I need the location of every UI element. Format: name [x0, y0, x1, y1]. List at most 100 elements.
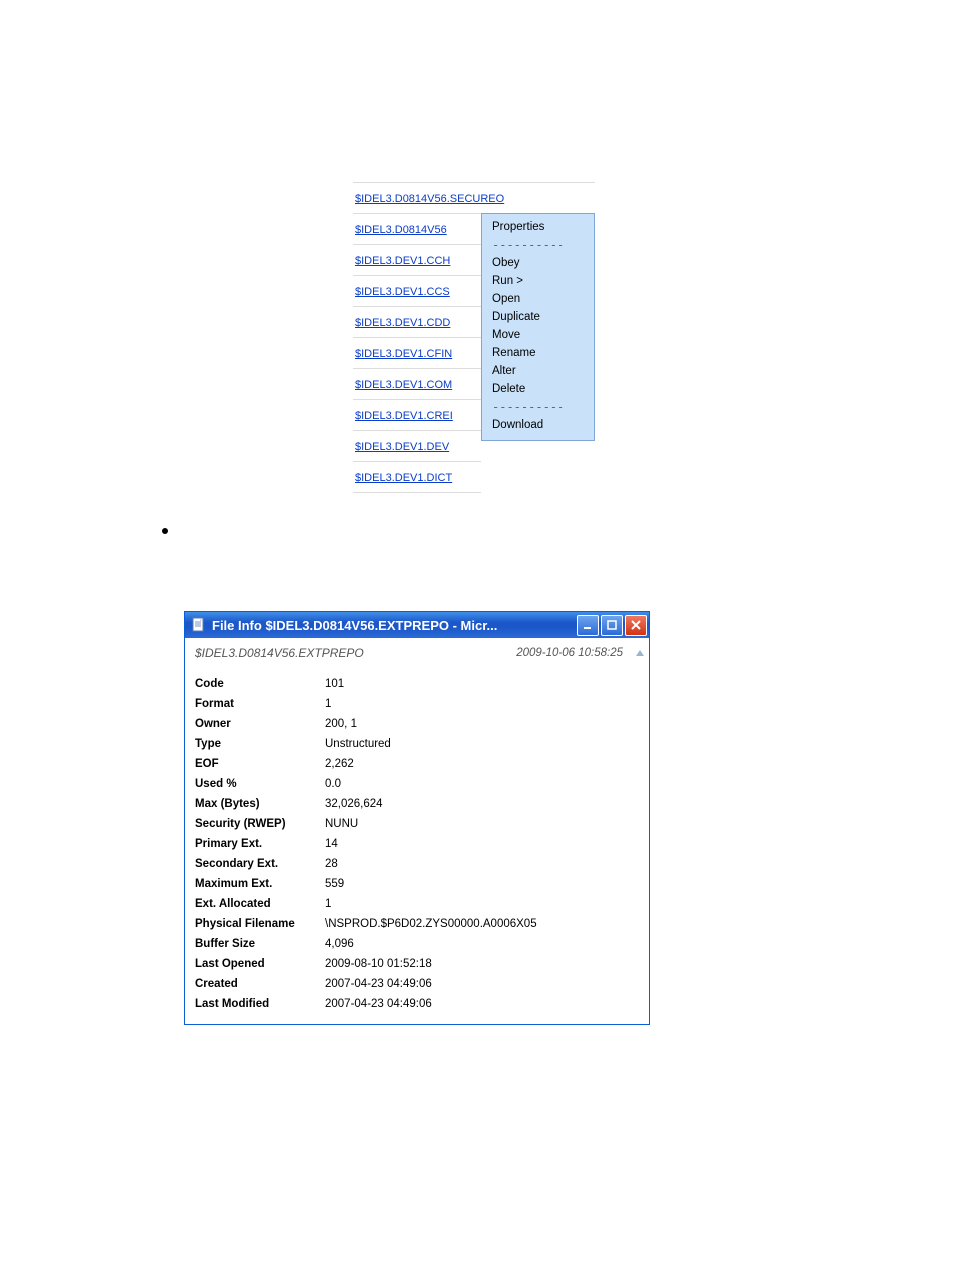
property-row: Primary Ext. 14: [195, 834, 639, 854]
properties-window: File Info $IDEL3.D0814V56.EXTPREPO - Mic…: [184, 611, 650, 1025]
list-item[interactable]: $IDEL3.D0814V56: [353, 214, 481, 245]
window-controls: [577, 615, 647, 636]
context-item-run[interactable]: Run >: [482, 272, 594, 290]
context-item-duplicate[interactable]: Duplicate: [482, 308, 594, 326]
property-value: 28: [325, 854, 639, 874]
properties-filename: $IDEL3.D0814V56.EXTPREPO: [195, 646, 364, 660]
maximize-button[interactable]: [601, 615, 623, 636]
property-value: 32,026,624: [325, 794, 639, 814]
minimize-button[interactable]: [577, 615, 599, 636]
property-value: NUNU: [325, 814, 639, 834]
property-row: Ext. Allocated 1: [195, 894, 639, 914]
property-label: Type: [195, 734, 325, 754]
file-link[interactable]: $IDEL3.DEV1.CCH: [355, 255, 450, 267]
property-row: Owner 200, 1: [195, 714, 639, 734]
property-row: Code 101: [195, 674, 639, 694]
list-item[interactable]: $IDEL3.DEV1.CCH: [353, 245, 481, 276]
context-divider: ----------: [482, 236, 594, 254]
property-value: 14: [325, 834, 639, 854]
context-item-rename[interactable]: Rename: [482, 344, 594, 362]
list-item[interactable]: $IDEL3.DEV1.CREI: [353, 400, 481, 431]
list-item[interactable]: $IDEL3.DEV1.DICT: [353, 462, 481, 493]
file-list: $IDEL3.D0814V56.SECUREO $IDEL3.D0814V56 …: [353, 182, 481, 493]
property-value: 1: [325, 694, 639, 714]
property-row: Format 1: [195, 694, 639, 714]
property-label: Last Opened: [195, 954, 325, 974]
property-label: Created: [195, 974, 325, 994]
property-value: 2007-04-23 04:49:06: [325, 994, 639, 1014]
property-label: Last Modified: [195, 994, 325, 1014]
property-row: Last Opened 2009-08-10 01:52:18: [195, 954, 639, 974]
property-label: Primary Ext.: [195, 834, 325, 854]
property-label: Buffer Size: [195, 934, 325, 954]
property-value: 2,262: [325, 754, 639, 774]
context-item-move[interactable]: Move: [482, 326, 594, 344]
property-label: Code: [195, 674, 325, 694]
context-item-alter[interactable]: Alter: [482, 362, 594, 380]
context-menu: Properties ---------- Obey Run > Open Du…: [481, 213, 595, 441]
property-label: Used %: [195, 774, 325, 794]
property-value: 2007-04-23 04:49:06: [325, 974, 639, 994]
property-value: Unstructured: [325, 734, 639, 754]
property-label: EOF: [195, 754, 325, 774]
file-link[interactable]: $IDEL3.DEV1.COM: [355, 379, 452, 391]
list-item[interactable]: $IDEL3.DEV1.DEV: [353, 431, 481, 462]
property-label: Physical Filename: [195, 914, 325, 934]
property-label: Ext. Allocated: [195, 894, 325, 914]
file-link[interactable]: $IDEL3.DEV1.CFIN: [355, 348, 452, 360]
property-row: Type Unstructured: [195, 734, 639, 754]
property-row: Buffer Size 4,096: [195, 934, 639, 954]
property-label: Format: [195, 694, 325, 714]
context-item-download[interactable]: Download: [482, 416, 594, 434]
file-link[interactable]: $IDEL3.DEV1.CDD: [355, 317, 450, 329]
property-row: EOF 2,262: [195, 754, 639, 774]
property-label: Secondary Ext.: [195, 854, 325, 874]
file-list-panel: $IDEL3.D0814V56.SECUREO $IDEL3.D0814V56 …: [353, 182, 633, 493]
property-row: Max (Bytes) 32,026,624: [195, 794, 639, 814]
property-label: Maximum Ext.: [195, 874, 325, 894]
properties-header: $IDEL3.D0814V56.EXTPREPO 2009-10-06 10:5…: [195, 646, 639, 660]
page-icon: [191, 617, 207, 633]
property-label: Max (Bytes): [195, 794, 325, 814]
property-row: Used % 0.0: [195, 774, 639, 794]
property-value: 1: [325, 894, 639, 914]
list-item[interactable]: $IDEL3.DEV1.COM: [353, 369, 481, 400]
property-row: Secondary Ext. 28: [195, 854, 639, 874]
list-item[interactable]: $IDEL3.DEV1.CCS: [353, 276, 481, 307]
list-item[interactable]: $IDEL3.D0814V56.SECUREO: [353, 182, 595, 214]
scroll-up-icon[interactable]: [633, 646, 647, 660]
file-link[interactable]: $IDEL3.DEV1.DEV: [355, 441, 449, 453]
property-row: Security (RWEP) NUNU: [195, 814, 639, 834]
property-row: Maximum Ext. 559: [195, 874, 639, 894]
context-item-open[interactable]: Open: [482, 290, 594, 308]
bullet-icon: [162, 528, 168, 534]
list-item[interactable]: $IDEL3.DEV1.CDD: [353, 307, 481, 338]
file-link[interactable]: $IDEL3.D0814V56.SECUREO: [355, 193, 504, 205]
property-value: 200, 1: [325, 714, 639, 734]
property-value: 559: [325, 874, 639, 894]
file-link[interactable]: $IDEL3.DEV1.CREI: [355, 410, 453, 422]
property-value: \NSPROD.$P6D02.ZYS00000.A0006X05: [325, 914, 639, 934]
file-link[interactable]: $IDEL3.D0814V56: [355, 224, 447, 236]
properties-timestamp: 2009-10-06 10:58:25: [516, 647, 639, 659]
context-item-obey[interactable]: Obey: [482, 254, 594, 272]
property-row: Created 2007-04-23 04:49:06: [195, 974, 639, 994]
context-item-delete[interactable]: Delete: [482, 380, 594, 398]
context-item-properties[interactable]: Properties: [482, 218, 594, 236]
property-label: Security (RWEP): [195, 814, 325, 834]
property-value: 101: [325, 674, 639, 694]
property-label: Owner: [195, 714, 325, 734]
property-value: 4,096: [325, 934, 639, 954]
property-value: 0.0: [325, 774, 639, 794]
property-row: Last Modified 2007-04-23 04:49:06: [195, 994, 639, 1014]
window-title: File Info $IDEL3.D0814V56.EXTPREPO - Mic…: [212, 618, 573, 633]
file-link[interactable]: $IDEL3.DEV1.CCS: [355, 286, 450, 298]
context-divider: ----------: [482, 398, 594, 416]
window-titlebar[interactable]: File Info $IDEL3.D0814V56.EXTPREPO - Mic…: [185, 612, 649, 638]
property-value: 2009-08-10 01:52:18: [325, 954, 639, 974]
property-row: Physical Filename \NSPROD.$P6D02.ZYS0000…: [195, 914, 639, 934]
list-item[interactable]: $IDEL3.DEV1.CFIN: [353, 338, 481, 369]
properties-body: $IDEL3.D0814V56.EXTPREPO 2009-10-06 10:5…: [185, 638, 649, 1024]
close-button[interactable]: [625, 615, 647, 636]
file-link[interactable]: $IDEL3.DEV1.DICT: [355, 472, 452, 484]
